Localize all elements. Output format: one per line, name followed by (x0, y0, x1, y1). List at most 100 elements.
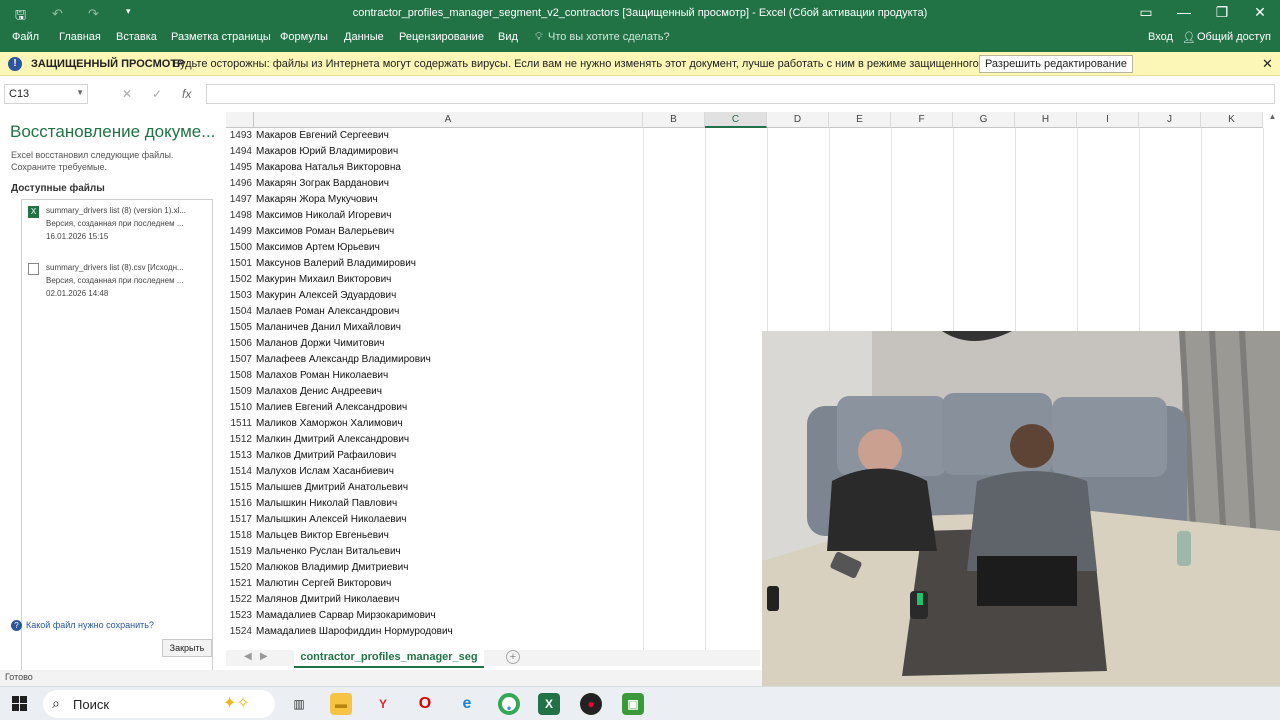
row-number[interactable]: 1501 (226, 256, 254, 272)
cell-a[interactable]: Мамадалиев Шарофиддин Нормуродович (256, 624, 453, 640)
column-header-g[interactable]: G (953, 112, 1015, 128)
recovered-file-item[interactable]: X summary_drivers list (8) (version 1).x… (24, 204, 212, 246)
windows-start-icon[interactable] (12, 696, 28, 712)
ribbon-display-icon[interactable]: ▭ (1131, 4, 1161, 21)
enter-icon[interactable]: ✓ (152, 87, 162, 101)
cell-a[interactable]: Мальченко Руслан Витальевич (256, 544, 401, 560)
cell-a[interactable]: Малютин Сергей Викторович (256, 576, 391, 592)
column-header-f[interactable]: F (891, 112, 953, 128)
chrome-icon[interactable]: • (498, 693, 520, 715)
cell-a[interactable]: Максунов Валерий Владимирович (256, 256, 416, 272)
row-number[interactable]: 1506 (226, 336, 254, 352)
row-number[interactable]: 1515 (226, 480, 254, 496)
function-icon[interactable]: fx (182, 87, 191, 101)
table-row[interactable]: 1500 Максимов Артем Юрьевич (226, 240, 1280, 256)
tab-file[interactable]: Файл (12, 31, 39, 43)
cell-a[interactable]: Малышкин Николай Павлович (256, 496, 397, 512)
cell-a[interactable]: Максимов Николай Игоревич (256, 208, 391, 224)
tab-page-layout[interactable]: Разметка страницы (171, 31, 271, 43)
cell-a[interactable]: Маланичев Данил Михайлович (256, 320, 401, 336)
tab-data[interactable]: Данные (344, 31, 384, 43)
table-row[interactable]: 1503 Макурин Алексей Эдуардович (226, 288, 1280, 304)
table-row[interactable]: 1493 Макаров Евгений Сергеевич (226, 128, 1280, 144)
tab-review[interactable]: Рецензирование (399, 31, 484, 43)
taskbar-search[interactable]: ⌕ Поиск ✦✧ (43, 690, 275, 718)
row-number[interactable]: 1512 (226, 432, 254, 448)
row-number[interactable]: 1505 (226, 320, 254, 336)
table-row[interactable]: 1497 Макарян Жора Мукучович (226, 192, 1280, 208)
maximize-button[interactable]: ❐ (1207, 4, 1237, 21)
table-row[interactable]: 1496 Макарян Зограк Варданович (226, 176, 1280, 192)
table-row[interactable]: 1501 Максунов Валерий Владимирович (226, 256, 1280, 272)
row-number[interactable]: 1513 (226, 448, 254, 464)
select-all-corner[interactable] (226, 112, 254, 128)
cell-a[interactable]: Малиев Евгений Александрович (256, 400, 407, 416)
minimize-button[interactable]: — (1169, 4, 1199, 20)
cell-a[interactable]: Малянов Дмитрий Николаевич (256, 592, 399, 608)
scroll-up-icon[interactable]: ▲ (1265, 112, 1280, 121)
row-number[interactable]: 1508 (226, 368, 254, 384)
row-number[interactable]: 1503 (226, 288, 254, 304)
row-number[interactable]: 1524 (226, 624, 254, 640)
tell-me-box[interactable]: Что вы хотите сделать? (548, 31, 670, 43)
table-row[interactable]: 1498 Максимов Николай Игоревич (226, 208, 1280, 224)
which-file-link[interactable]: ? Какой файл нужно сохранить? (11, 620, 154, 631)
column-header-d[interactable]: D (767, 112, 829, 128)
cell-a[interactable]: Макарян Зограк Варданович (256, 176, 389, 192)
yandex-browser-icon[interactable]: Y (372, 693, 394, 715)
table-row[interactable]: 1495 Макарова Наталья Викторовна (226, 160, 1280, 176)
table-row[interactable]: 1499 Максимов Роман Валерьевич (226, 224, 1280, 240)
table-row[interactable]: 1502 Макурин Михаил Викторович (226, 272, 1280, 288)
cell-a[interactable]: Маланов Доржи Чимитович (256, 336, 385, 352)
cell-a[interactable]: Макаров Юрий Владимирович (256, 144, 398, 160)
row-number[interactable]: 1519 (226, 544, 254, 560)
add-sheet-button[interactable]: + (506, 650, 520, 664)
cell-a[interactable]: Малахов Денис Андреевич (256, 384, 382, 400)
cell-a[interactable]: Малахов Роман Николаевич (256, 368, 388, 384)
cell-a[interactable]: Максимов Роман Валерьевич (256, 224, 394, 240)
table-row[interactable]: 1504 Малаев Роман Александрович (226, 304, 1280, 320)
column-header-a[interactable]: A (254, 112, 643, 128)
cell-a[interactable]: Макарова Наталья Викторовна (256, 160, 401, 176)
cell-a[interactable]: Максимов Артем Юрьевич (256, 240, 380, 256)
row-number[interactable]: 1511 (226, 416, 254, 432)
cell-a[interactable]: Макурин Алексей Эдуардович (256, 288, 396, 304)
cell-a[interactable]: Мамадалиев Сарвар Мирзокаримович (256, 608, 436, 624)
cell-a[interactable]: Малухов Ислам Хасанбиевич (256, 464, 394, 480)
row-number[interactable]: 1523 (226, 608, 254, 624)
cell-a[interactable]: Маликов Хаморжон Халимович (256, 416, 403, 432)
prev-sheet-icon[interactable]: ◀ (244, 651, 252, 662)
sheet-tab[interactable]: contractor_profiles_manager_seg (294, 650, 484, 668)
table-row[interactable]: 1494 Макаров Юрий Владимирович (226, 144, 1280, 160)
file-explorer-icon[interactable]: ▬ (330, 693, 352, 715)
opera-icon[interactable]: O (414, 693, 436, 715)
app-icon[interactable]: ▣ (622, 693, 644, 715)
column-header-c[interactable]: C (705, 112, 767, 128)
tab-home[interactable]: Главная (59, 31, 101, 43)
tab-formulas[interactable]: Формулы (280, 31, 328, 43)
cancel-icon[interactable]: ✕ (122, 87, 132, 101)
row-number[interactable]: 1510 (226, 400, 254, 416)
column-header-k[interactable]: K (1201, 112, 1263, 128)
cell-a[interactable]: Малкин Дмитрий Александрович (256, 432, 409, 448)
cell-a[interactable]: Малафеев Александр Владимирович (256, 352, 431, 368)
row-number[interactable]: 1504 (226, 304, 254, 320)
next-sheet-icon[interactable]: ▶ (260, 651, 268, 662)
cell-a[interactable]: Малышкин Алексей Николаевич (256, 512, 407, 528)
cell-a[interactable]: Малаев Роман Александрович (256, 304, 399, 320)
excel-taskbar-icon[interactable]: X (538, 693, 560, 715)
row-number[interactable]: 1517 (226, 512, 254, 528)
row-number[interactable]: 1518 (226, 528, 254, 544)
task-view-icon[interactable]: ▥ (288, 693, 310, 715)
row-number[interactable]: 1502 (226, 272, 254, 288)
column-header-j[interactable]: J (1139, 112, 1201, 128)
cell-a[interactable]: Макарян Жора Мукучович (256, 192, 378, 208)
row-number[interactable]: 1494 (226, 144, 254, 160)
row-number[interactable]: 1509 (226, 384, 254, 400)
row-number[interactable]: 1498 (226, 208, 254, 224)
chevron-down-icon[interactable]: ▼ (76, 88, 84, 97)
cell-a[interactable]: Мальцев Виктор Евгеньевич (256, 528, 389, 544)
row-number[interactable]: 1495 (226, 160, 254, 176)
row-number[interactable]: 1520 (226, 560, 254, 576)
edge-icon[interactable]: e (456, 693, 478, 715)
